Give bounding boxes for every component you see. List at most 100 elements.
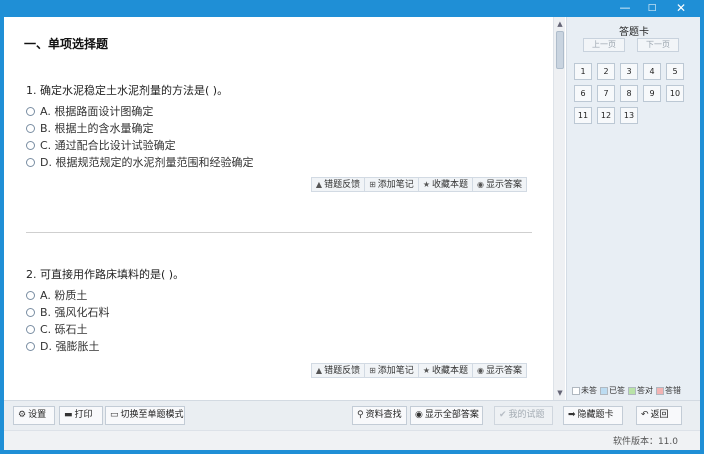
next-page-button[interactable]: 下一页	[637, 38, 679, 52]
app-window: — □ ✕ 一、单项选择题 1. 确定水泥稳定土水泥剂量的方法是( )。 A. …	[0, 0, 704, 454]
answer-card-cell[interactable]: 8	[620, 85, 638, 102]
radio-button[interactable]	[26, 124, 35, 133]
radio-button[interactable]	[26, 342, 35, 351]
vertical-scrollbar[interactable]: ▲ ▼	[553, 17, 565, 400]
option-b[interactable]: B. 强风化石料	[26, 304, 531, 321]
legend-item: 未答	[572, 385, 597, 396]
add-note-button[interactable]: ⊞ 添加笔记	[365, 364, 419, 377]
submit-button[interactable]: ✔ 我的试题	[494, 406, 553, 425]
answer-card-cell[interactable]: 10	[666, 85, 684, 102]
back-button[interactable]: ↶ 返回	[636, 406, 682, 425]
option-label: A. 根据路面设计图确定	[40, 105, 154, 118]
report-error-button[interactable]: ▲ 错题反馈	[312, 364, 366, 377]
settings-button[interactable]: ⚙ 设置	[13, 406, 55, 425]
window-frame-right	[700, 17, 704, 454]
show-answer-button[interactable]: ◉ 显示答案	[473, 364, 526, 377]
gear-icon: ⚙	[18, 410, 27, 420]
question-divider	[26, 232, 532, 233]
option-d[interactable]: D. 强膨胀土	[26, 338, 531, 355]
scroll-down-arrow-icon[interactable]: ▼	[555, 388, 565, 398]
software-version: 软件版本：11.0	[612, 437, 678, 447]
scroll-up-arrow-icon[interactable]: ▲	[555, 19, 565, 29]
answer-card-title: 答题卡	[619, 27, 649, 38]
favorite-button[interactable]: ★ 收藏本题	[419, 364, 473, 377]
legend-swatch	[628, 386, 636, 395]
printer-icon: ▬	[64, 410, 73, 420]
radio-button[interactable]	[26, 158, 35, 167]
star-icon: ★	[422, 366, 430, 375]
radio-button[interactable]	[26, 141, 35, 150]
answer-card-cell[interactable]: 7	[597, 85, 615, 102]
legend-swatch	[572, 386, 580, 395]
option-c[interactable]: C. 砾石土	[26, 321, 531, 338]
radio-button[interactable]	[26, 107, 35, 116]
answer-card-cell[interactable]: 9	[643, 85, 661, 102]
option-a[interactable]: A. 粉质土	[26, 287, 531, 304]
print-label: 打印	[74, 410, 93, 420]
favorite-label: 收藏本题	[431, 366, 468, 376]
minimize-button[interactable]: —	[615, 0, 635, 17]
question-stem: 1. 确定水泥稳定土水泥剂量的方法是( )。	[26, 84, 229, 97]
answer-icon: ◉	[415, 410, 423, 420]
legend-label: 答对	[637, 386, 653, 395]
reference-search-button[interactable]: ⚲ 资料查找	[352, 406, 407, 425]
print-button[interactable]: ▬ 打印	[59, 406, 103, 425]
show-all-label: 显示全部答案	[424, 410, 479, 420]
title-bar: — □ ✕	[0, 0, 704, 17]
show-answer-label: 显示答案	[485, 180, 522, 190]
legend-item: 答错	[656, 385, 681, 396]
arrow-right-icon: ➡	[568, 410, 576, 420]
favorite-label: 收藏本题	[431, 180, 468, 190]
answer-icon: ◉	[477, 366, 484, 375]
prev-page-button[interactable]: 上一页	[583, 38, 625, 52]
radio-button[interactable]	[26, 291, 35, 300]
option-label: D. 强膨胀土	[40, 340, 100, 353]
option-label: A. 粉质土	[40, 289, 88, 302]
single-mode-label: 切换至单题模式	[120, 410, 184, 420]
answer-card-cell[interactable]: 5	[666, 63, 684, 80]
back-label: 返回	[650, 410, 669, 420]
maximize-button[interactable]: □	[642, 0, 662, 17]
close-button[interactable]: ✕	[671, 0, 691, 17]
report-error-button[interactable]: ▲ 错题反馈	[312, 178, 366, 191]
star-icon: ★	[422, 180, 430, 189]
answer-card-cell[interactable]: 13	[620, 107, 638, 124]
answer-card-cell[interactable]: 4	[643, 63, 661, 80]
legend-swatch	[656, 386, 664, 395]
report-error-label: 错题反馈	[324, 366, 361, 376]
answer-card-cell[interactable]: 12	[597, 107, 615, 124]
single-mode-button[interactable]: ▭ 切换至单题模式	[105, 406, 185, 425]
answer-card-cell[interactable]: 1	[574, 63, 592, 80]
answer-grid: 1 2 3 4 5 6 7 8 9 10 11 12 13	[574, 63, 698, 129]
answer-card-cell[interactable]: 3	[620, 63, 638, 80]
answer-card-cell[interactable]: 11	[574, 107, 592, 124]
add-note-button[interactable]: ⊞ 添加笔记	[365, 178, 419, 191]
window-icon: ▭	[110, 410, 119, 420]
radio-button[interactable]	[26, 325, 35, 334]
answer-card-cell[interactable]: 2	[597, 63, 615, 80]
scroll-thumb[interactable]	[556, 31, 564, 69]
answer-card-cell[interactable]: 6	[574, 85, 592, 102]
status-bar: 软件版本：11.0	[4, 430, 700, 450]
answer-legend: 未答 已答 答对 答错	[572, 385, 684, 396]
show-answer-button[interactable]: ◉ 显示答案	[473, 178, 526, 191]
search-icon: ⚲	[357, 410, 364, 420]
submit-label: 我的试题	[508, 410, 545, 420]
report-error-label: 错题反馈	[324, 180, 361, 190]
option-label: B. 根据土的含水量确定	[40, 122, 154, 135]
answer-card-panel: 答题卡 上一页 下一页 1 2 3 4 5 6 7 8 9 10 11 12 13 未答 已答 答对 答错	[566, 17, 700, 400]
option-b[interactable]: B. 根据土的含水量确定	[26, 120, 531, 137]
hide-card-button[interactable]: ➡ 隐藏题卡	[563, 406, 623, 425]
question-1: 1. 确定水泥稳定土水泥剂量的方法是( )。 A. 根据路面设计图确定 B. 根…	[26, 83, 531, 192]
add-note-label: 添加笔记	[377, 366, 414, 376]
option-c[interactable]: C. 通过配合比设计试验确定	[26, 137, 531, 154]
legend-item: 已答	[600, 385, 625, 396]
option-a[interactable]: A. 根据路面设计图确定	[26, 103, 531, 120]
legend-swatch	[600, 386, 608, 395]
option-d[interactable]: D. 根据规范规定的水泥剂量范围和经验确定	[26, 154, 531, 171]
favorite-button[interactable]: ★ 收藏本题	[419, 178, 473, 191]
radio-button[interactable]	[26, 308, 35, 317]
legend-label: 答错	[665, 386, 681, 395]
legend-label: 未答	[581, 386, 597, 395]
show-all-answers-button[interactable]: ◉ 显示全部答案	[410, 406, 483, 425]
